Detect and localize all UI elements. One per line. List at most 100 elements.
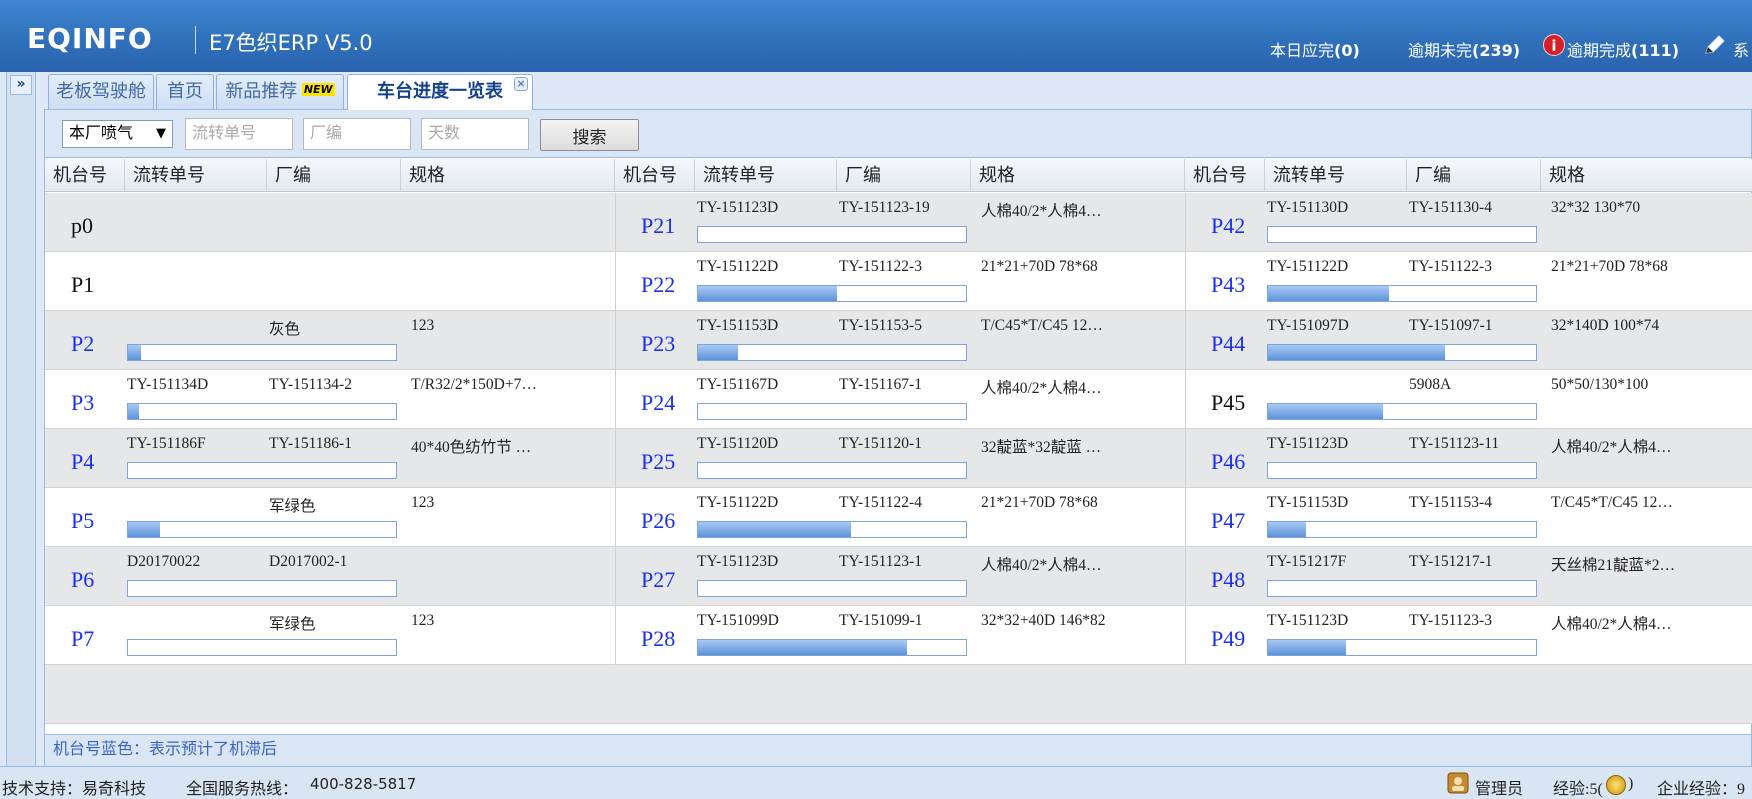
column-header[interactable]: 机台号 [1185,159,1265,192]
machine-cell[interactable]: P2 灰色 123 [45,311,615,370]
today-due-count: (0) [1334,41,1360,60]
flow-number: TY-151097D [1267,317,1349,334]
machine-number[interactable]: P27 [641,567,675,593]
column-header[interactable]: 机台号 [615,159,695,192]
machine-cell[interactable]: P21 TY-151123D TY-151123-19 人棉40/2*人棉4… [615,193,1185,252]
factory-code-input[interactable] [303,118,411,150]
close-icon[interactable]: × [514,77,528,91]
machine-cell[interactable]: P42 TY-151130D TY-151130-4 32*32 130*70 [1185,193,1752,252]
spec-text: T/R32/2*150D+7… [411,376,537,393]
machine-cell[interactable]: P48 TY-151217F TY-151217-1 天丝棉21靛蓝*2… [1185,547,1752,606]
flow-number: TY-151134D [127,376,209,393]
machine-cell[interactable]: P47 TY-151153D TY-151153-4 T/C45*T/C45 12… [1185,488,1752,547]
machine-cell[interactable]: P1 [45,252,615,311]
machine-cell[interactable]: P46 TY-151123D TY-151123-11 人棉40/2*人棉4… [1185,429,1752,488]
machine-cell[interactable]: P49 TY-151123D TY-151123-3 人棉40/2*人棉4… [1185,606,1752,665]
column-header[interactable]: 规格 [1541,159,1752,192]
progress-fill [1268,640,1346,655]
progress-fill [128,522,161,537]
machine-number[interactable]: P49 [1211,626,1245,652]
machine-cell[interactable]: P3 TY-151134D TY-151134-2 T/R32/2*150D+7… [45,370,615,429]
machine-cell[interactable]: P4 TY-151186F TY-151186-1 40*40色纺竹节 … [45,429,615,488]
user-name[interactable]: 管理员 [1475,775,1523,799]
column-header[interactable]: 流转单号 [125,159,267,192]
machine-number[interactable]: P42 [1211,213,1245,239]
column-divider [1185,311,1186,370]
machine-number[interactable]: P47 [1211,508,1245,534]
machine-number[interactable]: P2 [71,331,94,357]
machine-number[interactable]: P46 [1211,449,1245,475]
factory-code: TY-151167-1 [839,376,922,393]
factory-code: D2017002-1 [269,553,348,570]
column-header[interactable]: 流转单号 [695,159,837,192]
column-header[interactable]: 机台号 [45,159,125,192]
machine-number[interactable]: P4 [71,449,94,475]
machine-cell[interactable]: p0 [45,193,615,252]
search-button[interactable]: 搜索 [540,119,639,151]
machine-cell[interactable]: P27 TY-151123D TY-151123-1 人棉40/2*人棉4… [615,547,1185,606]
app-header: EQINFO E7色织ERP V5.0 本日应完(0) 逾期未完(239) i … [0,0,1752,72]
machine-cell[interactable]: P24 TY-151167D TY-151167-1 人棉40/2*人棉4… [615,370,1185,429]
machine-cell[interactable]: P23 TY-151153D TY-151153-5 T/C45*T/C45 12… [615,311,1185,370]
machine-cell[interactable]: P5 军绿色 123 [45,488,615,547]
machine-number[interactable]: P22 [641,272,675,298]
machine-number[interactable]: P43 [1211,272,1245,298]
machine-number[interactable]: P1 [71,272,94,298]
machine-number[interactable]: P45 [1211,390,1245,416]
tab-boss-cockpit[interactable]: 老板驾驶舱 [48,74,154,109]
machine-cell[interactable]: P22 TY-151122D TY-151122-3 21*21+70D 78*68 [615,252,1185,311]
new-badge: NEW [301,83,335,96]
table-row: P3 TY-151134D TY-151134-2 T/R32/2*150D+7… P2… [45,370,1752,429]
spec-text: 天丝棉21靛蓝*2… [1551,557,1676,574]
days-input[interactable] [421,118,529,150]
machine-number[interactable]: P3 [71,390,94,416]
today-due-link[interactable]: 本日应完(0) [1270,37,1360,61]
progress-fill [698,286,838,301]
legend-note: 机台号蓝色：表示预计了机滞后 [45,734,1751,766]
machine-number[interactable]: P7 [71,626,94,652]
machine-number[interactable]: P26 [641,508,675,534]
column-header[interactable]: 厂编 [267,159,401,192]
machine-cell[interactable]: P25 TY-151120D TY-151120-1 32靛蓝*32靛蓝 … [615,429,1185,488]
machine-cell[interactable]: P45 5908A 50*50/130*100 [1185,370,1752,429]
machine-cell[interactable]: P44 TY-151097D TY-151097-1 32*140D 100*74 [1185,311,1752,370]
overdue-incomplete-link[interactable]: 逾期未完(239) [1408,37,1520,61]
progress-bar [127,639,397,656]
tab-new-products[interactable]: 新品推荐 NEW [216,74,344,109]
column-header[interactable]: 规格 [971,159,1185,192]
workshop-select[interactable]: 本厂喷气 ▼ [62,120,173,148]
machine-number[interactable]: P25 [641,449,675,475]
machine-number[interactable]: P23 [641,331,675,357]
machine-number[interactable]: P44 [1211,331,1245,357]
tab-machine-progress[interactable]: 车台进度一览表 × [347,74,533,111]
machine-number[interactable]: p0 [71,213,93,239]
column-header[interactable]: 厂编 [1407,159,1541,192]
expand-sidebar-button[interactable]: » [10,75,32,95]
column-header[interactable]: 流转单号 [1265,159,1407,192]
column-divider [1185,252,1186,311]
machine-number[interactable]: P24 [641,390,675,416]
machine-number[interactable]: P28 [641,626,675,652]
flow-number: TY-151186F [127,435,206,452]
overdue-complete-link[interactable]: 逾期完成(111) [1567,37,1679,61]
machine-number[interactable]: P48 [1211,567,1245,593]
column-header[interactable]: 规格 [401,159,615,192]
machine-number[interactable]: P6 [71,567,94,593]
tab-home[interactable]: 首页 [156,74,214,109]
column-divider [1185,547,1186,606]
flow-number-input[interactable] [185,118,293,150]
machine-cell[interactable]: P43 TY-151122D TY-151122-3 21*21+70D 78*68 [1185,252,1752,311]
progress-fill [128,404,139,419]
spec-text: 123 [411,494,435,511]
progress-bar [1267,403,1537,420]
machine-cell[interactable]: P28 TY-151099D TY-151099-1 32*32+40D 146*82 [615,606,1185,665]
system-menu-link[interactable]: 系 [1733,37,1749,61]
machine-cell[interactable]: P7 军绿色 123 [45,606,615,665]
spec-text: 21*21+70D 78*68 [1551,258,1668,275]
machine-cell[interactable]: P6 D20170022 D2017002-1 [45,547,615,606]
machine-number[interactable]: P5 [71,508,94,534]
column-header[interactable]: 厂编 [837,159,971,192]
machine-number[interactable]: P21 [641,213,675,239]
spec-text: T/C45*T/C45 12… [1551,494,1673,511]
machine-cell[interactable]: P26 TY-151122D TY-151122-4 21*21+70D 78*68 [615,488,1185,547]
